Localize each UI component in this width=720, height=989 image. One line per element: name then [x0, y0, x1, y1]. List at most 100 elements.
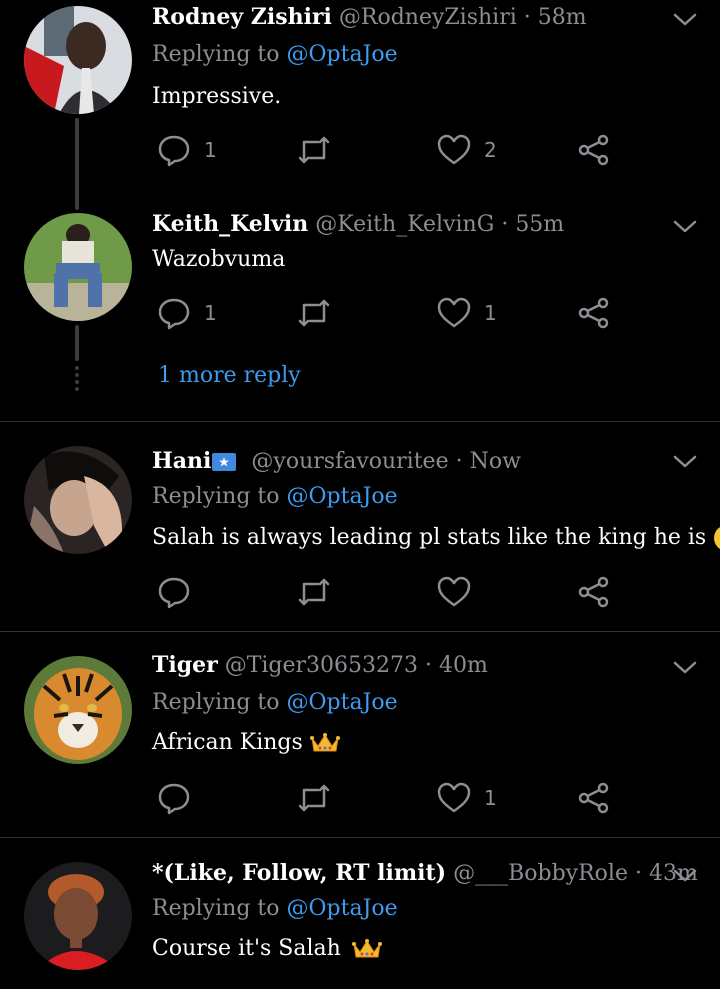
chevron-down-icon[interactable]: [672, 868, 698, 884]
retweet-icon: [298, 578, 330, 606]
share-button[interactable]: [576, 293, 612, 333]
tweet-actions: 1: [152, 778, 632, 818]
avatar[interactable]: [24, 862, 132, 970]
replying-to-label: Replying to: [152, 42, 280, 67]
display-name[interactable]: Hani: [152, 448, 211, 474]
like-button[interactable]: 1: [436, 778, 497, 818]
thread-line: [75, 118, 79, 210]
user-handle[interactable]: @Tiger30653273: [225, 653, 418, 678]
tweet-text-content: Course it's Salah: [152, 936, 341, 961]
reply-button[interactable]: 1: [156, 130, 217, 170]
smiling-face-emoji-icon: [714, 527, 720, 549]
like-button[interactable]: 1: [436, 293, 497, 333]
reply-button[interactable]: [156, 572, 204, 612]
replying-to: Replying to @OptaJoe: [152, 484, 398, 509]
heart-icon: [437, 134, 471, 165]
display-name[interactable]: Rodney Zishiri: [152, 4, 332, 30]
replying-to: Replying to @OptaJoe: [152, 690, 398, 715]
avatar[interactable]: [24, 213, 132, 321]
user-handle[interactable]: @RodneyZishiri: [339, 5, 517, 30]
reply-button[interactable]: 1: [156, 293, 217, 333]
reply-icon: [158, 783, 190, 815]
tweet-text-content: Salah is always leading pl stats like th…: [152, 525, 707, 550]
reply-icon: [158, 298, 190, 330]
timestamp[interactable]: Now: [470, 449, 521, 474]
avatar[interactable]: [24, 446, 132, 554]
tweet-keith[interactable]: Keith_Kelvin @Keith_KelvinG · 55m Wazobv…: [0, 205, 720, 421]
reply-button[interactable]: [156, 778, 204, 818]
thread-line: [75, 325, 79, 361]
chevron-down-icon[interactable]: [672, 12, 698, 28]
more-replies-link[interactable]: 1 more reply: [158, 363, 301, 388]
crown-emoji-icon: [351, 939, 382, 958]
display-name[interactable]: *(Like, Follow, RT limit): [152, 860, 446, 886]
retweet-button[interactable]: [296, 572, 344, 612]
tweet-header: *(Like, Follow, RT limit) @___BobbyRole …: [152, 860, 698, 886]
tweet-actions: 1 2: [152, 130, 632, 170]
tweet-text-content: African Kings: [152, 730, 303, 755]
replying-to-handle[interactable]: @OptaJoe: [287, 484, 398, 509]
tweet-header: Tiger @Tiger30653273 · 40m: [152, 652, 488, 678]
avatar[interactable]: [24, 6, 132, 114]
like-button[interactable]: [436, 572, 484, 612]
share-icon: [578, 297, 609, 329]
heart-icon: [437, 782, 471, 813]
tweet-header: Rodney Zishiri @RodneyZishiri · 58m: [152, 4, 587, 30]
chevron-down-icon[interactable]: [672, 454, 698, 470]
user-handle[interactable]: @___BobbyRole: [453, 861, 628, 886]
crown-emoji-icon: [309, 733, 340, 752]
separator: ·: [455, 449, 463, 474]
replying-to-label: Replying to: [152, 484, 280, 509]
tweet-text: African Kings: [152, 730, 340, 755]
retweet-button[interactable]: [296, 778, 344, 818]
replying-to: Replying to @OptaJoe: [152, 42, 398, 67]
timestamp[interactable]: 40m: [439, 653, 488, 678]
heart-icon: [437, 576, 471, 607]
timestamp[interactable]: 55m: [515, 212, 564, 237]
retweet-icon: [298, 136, 330, 164]
replying-to-handle[interactable]: @OptaJoe: [287, 690, 398, 715]
reply-count: 1: [204, 301, 217, 325]
display-name[interactable]: Keith_Kelvin: [152, 211, 308, 237]
avatar[interactable]: [24, 656, 132, 764]
retweet-button[interactable]: [296, 293, 344, 333]
replying-to-label: Replying to: [152, 690, 280, 715]
tweet-header: Hani @yoursfavouritee · Now: [152, 448, 521, 474]
display-name[interactable]: Tiger: [152, 652, 218, 678]
reply-count: 1: [204, 138, 217, 162]
tweet-header: Keith_Kelvin @Keith_KelvinG · 55m: [152, 211, 564, 237]
like-button[interactable]: 2: [436, 130, 497, 170]
like-count: 1: [484, 301, 497, 325]
reply-icon: [158, 135, 190, 167]
user-handle[interactable]: @yoursfavouritee: [251, 449, 448, 474]
reply-icon: [158, 577, 190, 609]
share-button[interactable]: [576, 130, 612, 170]
tweet-actions: 1 1: [152, 293, 632, 333]
retweet-icon: [298, 784, 330, 812]
replying-to-handle[interactable]: @OptaJoe: [287, 42, 398, 67]
tweet-actions: [152, 572, 632, 612]
replying-to: Replying to @OptaJoe: [152, 896, 398, 921]
tweet-rodney[interactable]: Rodney Zishiri @RodneyZishiri · 58m Repl…: [0, 0, 720, 210]
heart-icon: [437, 297, 471, 328]
retweet-button[interactable]: [296, 130, 344, 170]
separator: ·: [634, 861, 642, 886]
tweet-bobby[interactable]: *(Like, Follow, RT limit) @___BobbyRole …: [0, 838, 720, 989]
like-count: 2: [484, 138, 497, 162]
tweet-text: Wazobvuma: [152, 247, 286, 272]
somalia-flag-icon: [212, 453, 237, 471]
tweet-hani[interactable]: Hani @yoursfavouritee · Now Replying to …: [0, 422, 720, 631]
share-icon: [578, 782, 609, 814]
chevron-down-icon[interactable]: [672, 219, 698, 235]
tweet-tiger[interactable]: Tiger @Tiger30653273 · 40m Replying to @…: [0, 632, 720, 837]
timestamp[interactable]: 58m: [538, 5, 587, 30]
separator: ·: [523, 5, 531, 30]
replying-to-label: Replying to: [152, 896, 280, 921]
tweet-text: Course it's Salah: [152, 936, 382, 961]
replying-to-handle[interactable]: @OptaJoe: [287, 896, 398, 921]
chevron-down-icon[interactable]: [672, 660, 698, 676]
share-icon: [578, 134, 609, 166]
share-button[interactable]: [576, 778, 612, 818]
share-button[interactable]: [576, 572, 612, 612]
user-handle[interactable]: @Keith_KelvinG: [315, 212, 494, 237]
